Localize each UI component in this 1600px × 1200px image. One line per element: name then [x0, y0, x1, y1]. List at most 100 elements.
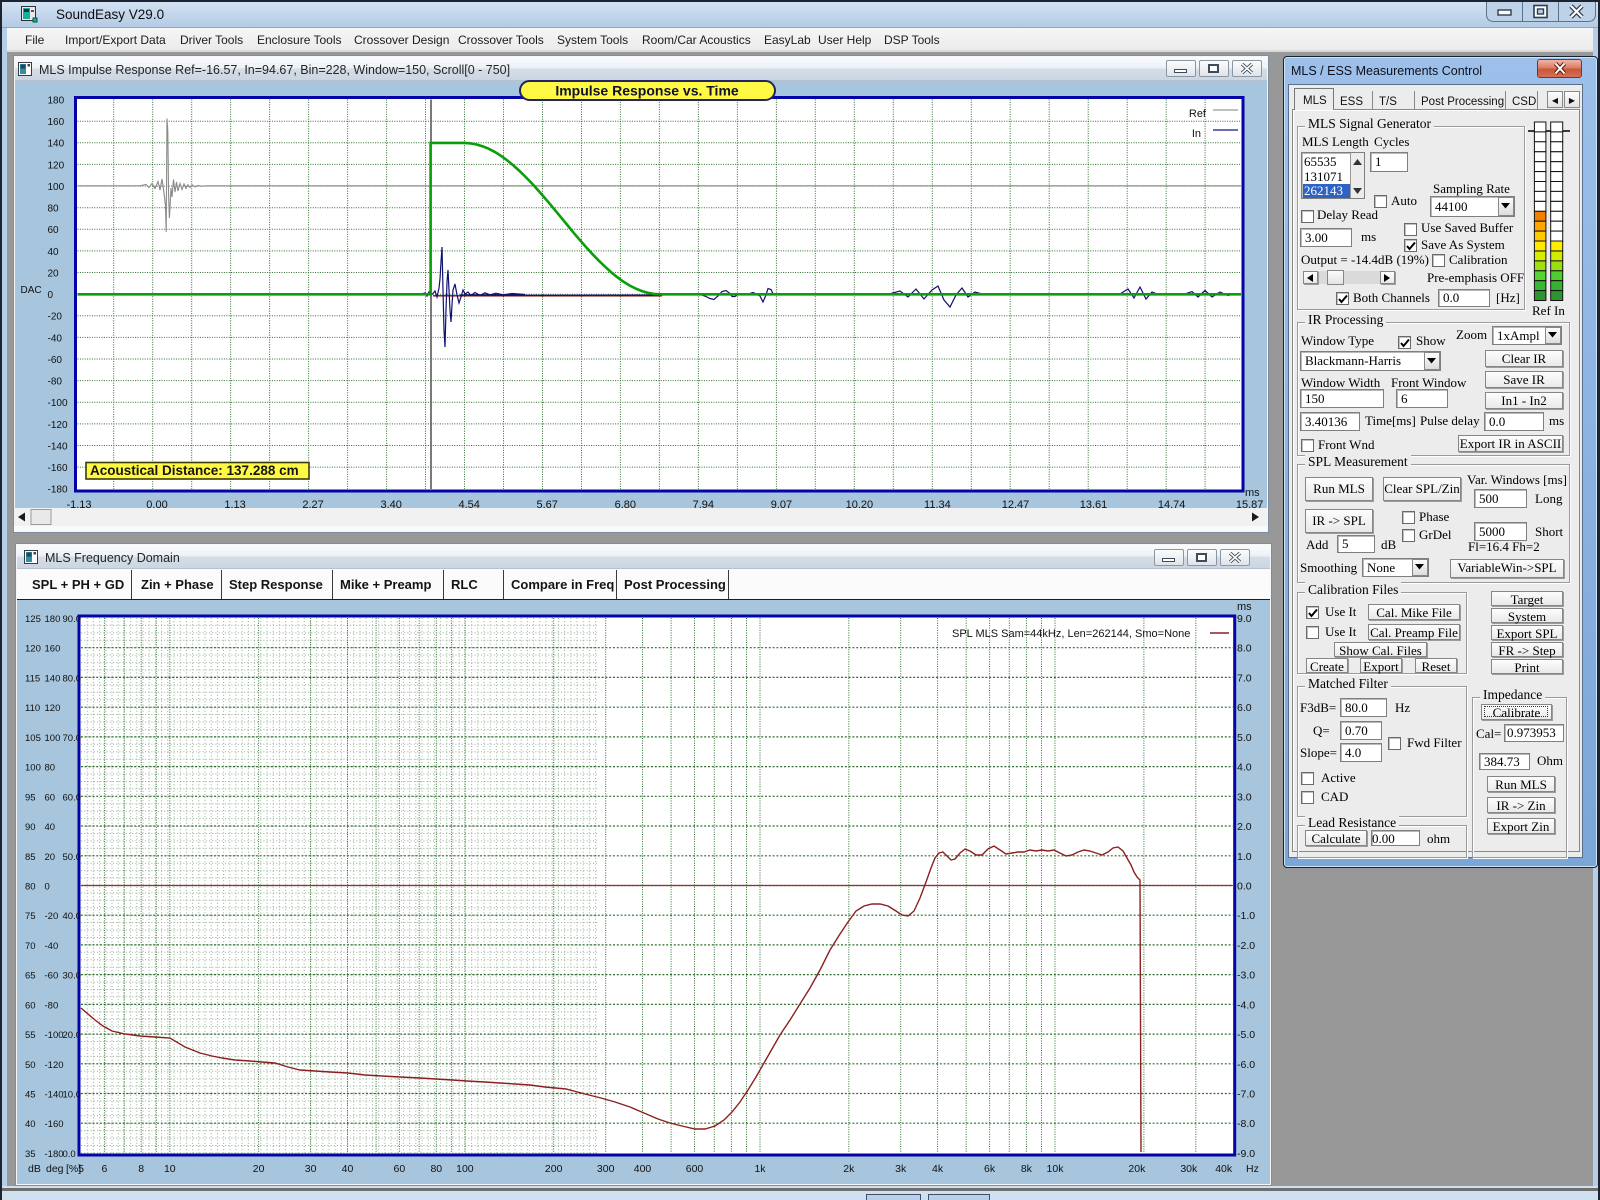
svg-text:-160: -160 [48, 463, 68, 474]
svg-text:DAC: DAC [21, 285, 42, 296]
svg-text:300: 300 [597, 1163, 615, 1175]
svg-text:3k: 3k [895, 1163, 907, 1175]
svg-text:50.0: 50.0 [63, 852, 82, 863]
svg-text:160: 160 [45, 644, 61, 655]
svg-text:-4.0: -4.0 [1237, 999, 1255, 1011]
svg-text:400: 400 [634, 1163, 652, 1175]
svg-text:-80: -80 [48, 377, 63, 388]
svg-text:140: 140 [48, 139, 65, 150]
svg-text:-3.0: -3.0 [1237, 970, 1255, 982]
svg-text:ms: ms [1245, 487, 1260, 499]
svg-text:90: 90 [25, 822, 36, 833]
svg-text:20: 20 [253, 1163, 265, 1175]
svg-text:-80: -80 [45, 1000, 59, 1011]
svg-text:180: 180 [45, 614, 61, 625]
svg-text:0.0: 0.0 [1237, 881, 1252, 893]
svg-text:65: 65 [25, 971, 36, 982]
svg-text:120: 120 [25, 644, 41, 655]
svg-text:40k: 40k [1215, 1163, 1233, 1175]
svg-text:4.0: 4.0 [1237, 762, 1252, 774]
svg-text:125: 125 [25, 614, 41, 625]
svg-text:9.0: 9.0 [1237, 613, 1252, 625]
svg-text:Ref: Ref [1189, 108, 1207, 120]
svg-text:40: 40 [342, 1163, 354, 1175]
svg-text:Hz: Hz [1246, 1163, 1259, 1175]
svg-text:In: In [1192, 128, 1201, 140]
svg-text:-6.0: -6.0 [1237, 1059, 1255, 1071]
svg-text:60: 60 [394, 1163, 406, 1175]
svg-text:-100: -100 [48, 398, 68, 409]
svg-text:80: 80 [430, 1163, 442, 1175]
svg-text:110: 110 [25, 703, 40, 714]
svg-text:120: 120 [45, 703, 61, 714]
svg-text:85: 85 [25, 852, 36, 863]
svg-text:200: 200 [545, 1163, 563, 1175]
svg-text:180: 180 [48, 96, 65, 107]
svg-text:100: 100 [25, 763, 41, 774]
svg-text:deg: deg [46, 1163, 64, 1175]
svg-text:20: 20 [45, 852, 56, 863]
svg-text:105: 105 [25, 733, 41, 744]
svg-text:50: 50 [25, 1060, 36, 1071]
svg-text:8k: 8k [1021, 1163, 1033, 1175]
svg-text:45: 45 [25, 1090, 36, 1101]
svg-text:-2.0: -2.0 [1237, 940, 1255, 952]
svg-text:2k: 2k [843, 1163, 855, 1175]
svg-text:dB: dB [28, 1163, 41, 1175]
svg-text:30.0: 30.0 [63, 971, 82, 982]
svg-text:-120: -120 [45, 1060, 64, 1071]
svg-text:-5.0: -5.0 [1237, 1029, 1255, 1041]
svg-text:-120: -120 [48, 420, 68, 431]
svg-text:20: 20 [48, 269, 60, 280]
svg-text:100: 100 [45, 733, 61, 744]
svg-text:70.0: 70.0 [63, 733, 82, 744]
svg-text:80.0: 80.0 [63, 673, 82, 684]
svg-text:-40: -40 [48, 333, 63, 344]
svg-text:-180: -180 [48, 485, 68, 496]
svg-text:8.0: 8.0 [1237, 643, 1252, 655]
svg-text:100: 100 [456, 1163, 474, 1175]
svg-text:-140: -140 [45, 1090, 64, 1101]
svg-text:-140: -140 [48, 441, 68, 452]
svg-text:-60: -60 [48, 355, 63, 366]
svg-text:60: 60 [45, 792, 56, 803]
svg-text:SPL MLS Sam=44kHz, Len=262144,: SPL MLS Sam=44kHz, Len=262144, Smo=None [952, 628, 1190, 640]
svg-text:6k: 6k [984, 1163, 996, 1175]
svg-text:120: 120 [48, 160, 65, 171]
svg-text:-20: -20 [45, 911, 59, 922]
svg-text:10.0: 10.0 [63, 1090, 82, 1101]
svg-text:40: 40 [48, 247, 60, 258]
svg-text:20.0: 20.0 [63, 1030, 82, 1041]
svg-text:-40: -40 [45, 941, 59, 952]
svg-text:0: 0 [48, 290, 54, 301]
svg-text:ms: ms [1237, 601, 1252, 613]
svg-text:-100: -100 [45, 1030, 64, 1041]
svg-text:Impulse Response vs. Time: Impulse Response vs. Time [555, 83, 739, 99]
svg-text:40: 40 [25, 1119, 36, 1130]
svg-text:80: 80 [48, 204, 60, 215]
svg-text:55: 55 [25, 1030, 36, 1041]
svg-text:70: 70 [25, 941, 36, 952]
svg-text:100: 100 [48, 182, 65, 193]
svg-text:0: 0 [45, 882, 50, 893]
svg-text:6.0: 6.0 [1237, 702, 1252, 714]
svg-text:3.0: 3.0 [1237, 791, 1252, 803]
svg-text:-1.0: -1.0 [1237, 910, 1255, 922]
svg-text:80: 80 [45, 763, 56, 774]
svg-text:140: 140 [45, 673, 61, 684]
svg-text:30: 30 [305, 1163, 317, 1175]
svg-text:-180: -180 [45, 1149, 64, 1160]
svg-text:7.0: 7.0 [1237, 672, 1252, 684]
svg-text:30k: 30k [1180, 1163, 1198, 1175]
svg-text:1k: 1k [754, 1163, 766, 1175]
svg-text:-60: -60 [45, 971, 59, 982]
svg-text:60.0: 60.0 [63, 792, 82, 803]
svg-text:6: 6 [101, 1163, 107, 1175]
svg-text:-8.0: -8.0 [1237, 1118, 1255, 1130]
svg-text:90.0: 90.0 [63, 614, 82, 625]
svg-text:2.0: 2.0 [1237, 821, 1252, 833]
svg-text:4k: 4k [932, 1163, 944, 1175]
svg-text:95: 95 [25, 792, 36, 803]
svg-text:160: 160 [48, 117, 65, 128]
svg-text:0.0: 0.0 [63, 1149, 76, 1160]
